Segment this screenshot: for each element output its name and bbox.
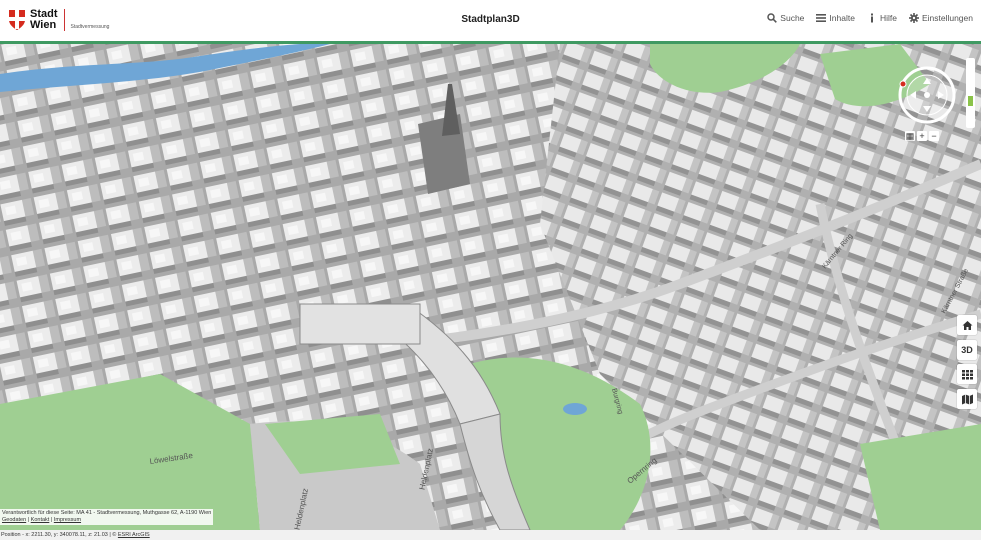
grid-button[interactable]	[957, 364, 977, 384]
map-icon	[961, 394, 973, 404]
nav-settings-label: Einstellungen	[921, 13, 973, 23]
app-header: Stadt Wien Stadtvermessung Stadtplan3D S…	[0, 0, 981, 41]
gear-icon	[908, 13, 919, 23]
grid-small-icon[interactable]: ▦	[905, 131, 915, 141]
nav-settings[interactable]: Einstellungen	[908, 13, 973, 23]
top-nav: Suche Inhalte Hilfe Einstellungen	[767, 13, 973, 23]
nav-help[interactable]: Hilfe	[867, 13, 897, 23]
nav-contents[interactable]: Inhalte	[816, 13, 855, 23]
map-3d-view[interactable]: Löwelstraße Heldenplatz Heldenplatz Oper…	[0, 44, 981, 530]
link-impressum[interactable]: Impressum	[54, 517, 81, 523]
zoom-out-button[interactable]: −	[929, 131, 939, 141]
link-geodaten[interactable]: Geodaten	[2, 517, 26, 523]
nav-help-label: Hilfe	[879, 13, 897, 23]
nav-search-label: Suche	[780, 13, 805, 23]
info-icon	[870, 13, 873, 23]
grid-icon	[961, 369, 973, 379]
map-button[interactable]	[957, 389, 977, 409]
home-button[interactable]	[957, 315, 977, 335]
tilt-slider-fill	[968, 96, 973, 106]
tilt-slider[interactable]	[966, 58, 975, 128]
status-bar: Position - x: 2211.30, y: 340078.11, z: …	[0, 530, 981, 540]
attribution-box: Verantwortlich für diese Seite: MA 41 - …	[0, 509, 214, 525]
link-kontakt[interactable]: Kontakt	[31, 517, 50, 523]
nav-contents-label: Inhalte	[829, 13, 855, 23]
city-3d-render[interactable]: Löwelstraße Heldenplatz Heldenplatz Oper…	[0, 44, 981, 530]
3d-button[interactable]: 3D	[957, 340, 977, 360]
position-readout: Position - x: 2211.30, y: 340078.11, z: …	[1, 532, 117, 538]
nav-search[interactable]: Suche	[767, 13, 804, 23]
responsible-text: Verantwortlich für diese Seite: MA 41 - …	[2, 510, 212, 516]
navigation-compass[interactable]	[898, 66, 956, 124]
zoom-controls: ▦ + −	[905, 131, 939, 141]
search-icon	[767, 13, 778, 23]
esri-link[interactable]: ESRI ArcGIS	[118, 532, 150, 538]
zoom-in-button[interactable]: +	[917, 131, 927, 141]
menu-icon	[816, 14, 827, 22]
home-icon	[962, 320, 972, 330]
